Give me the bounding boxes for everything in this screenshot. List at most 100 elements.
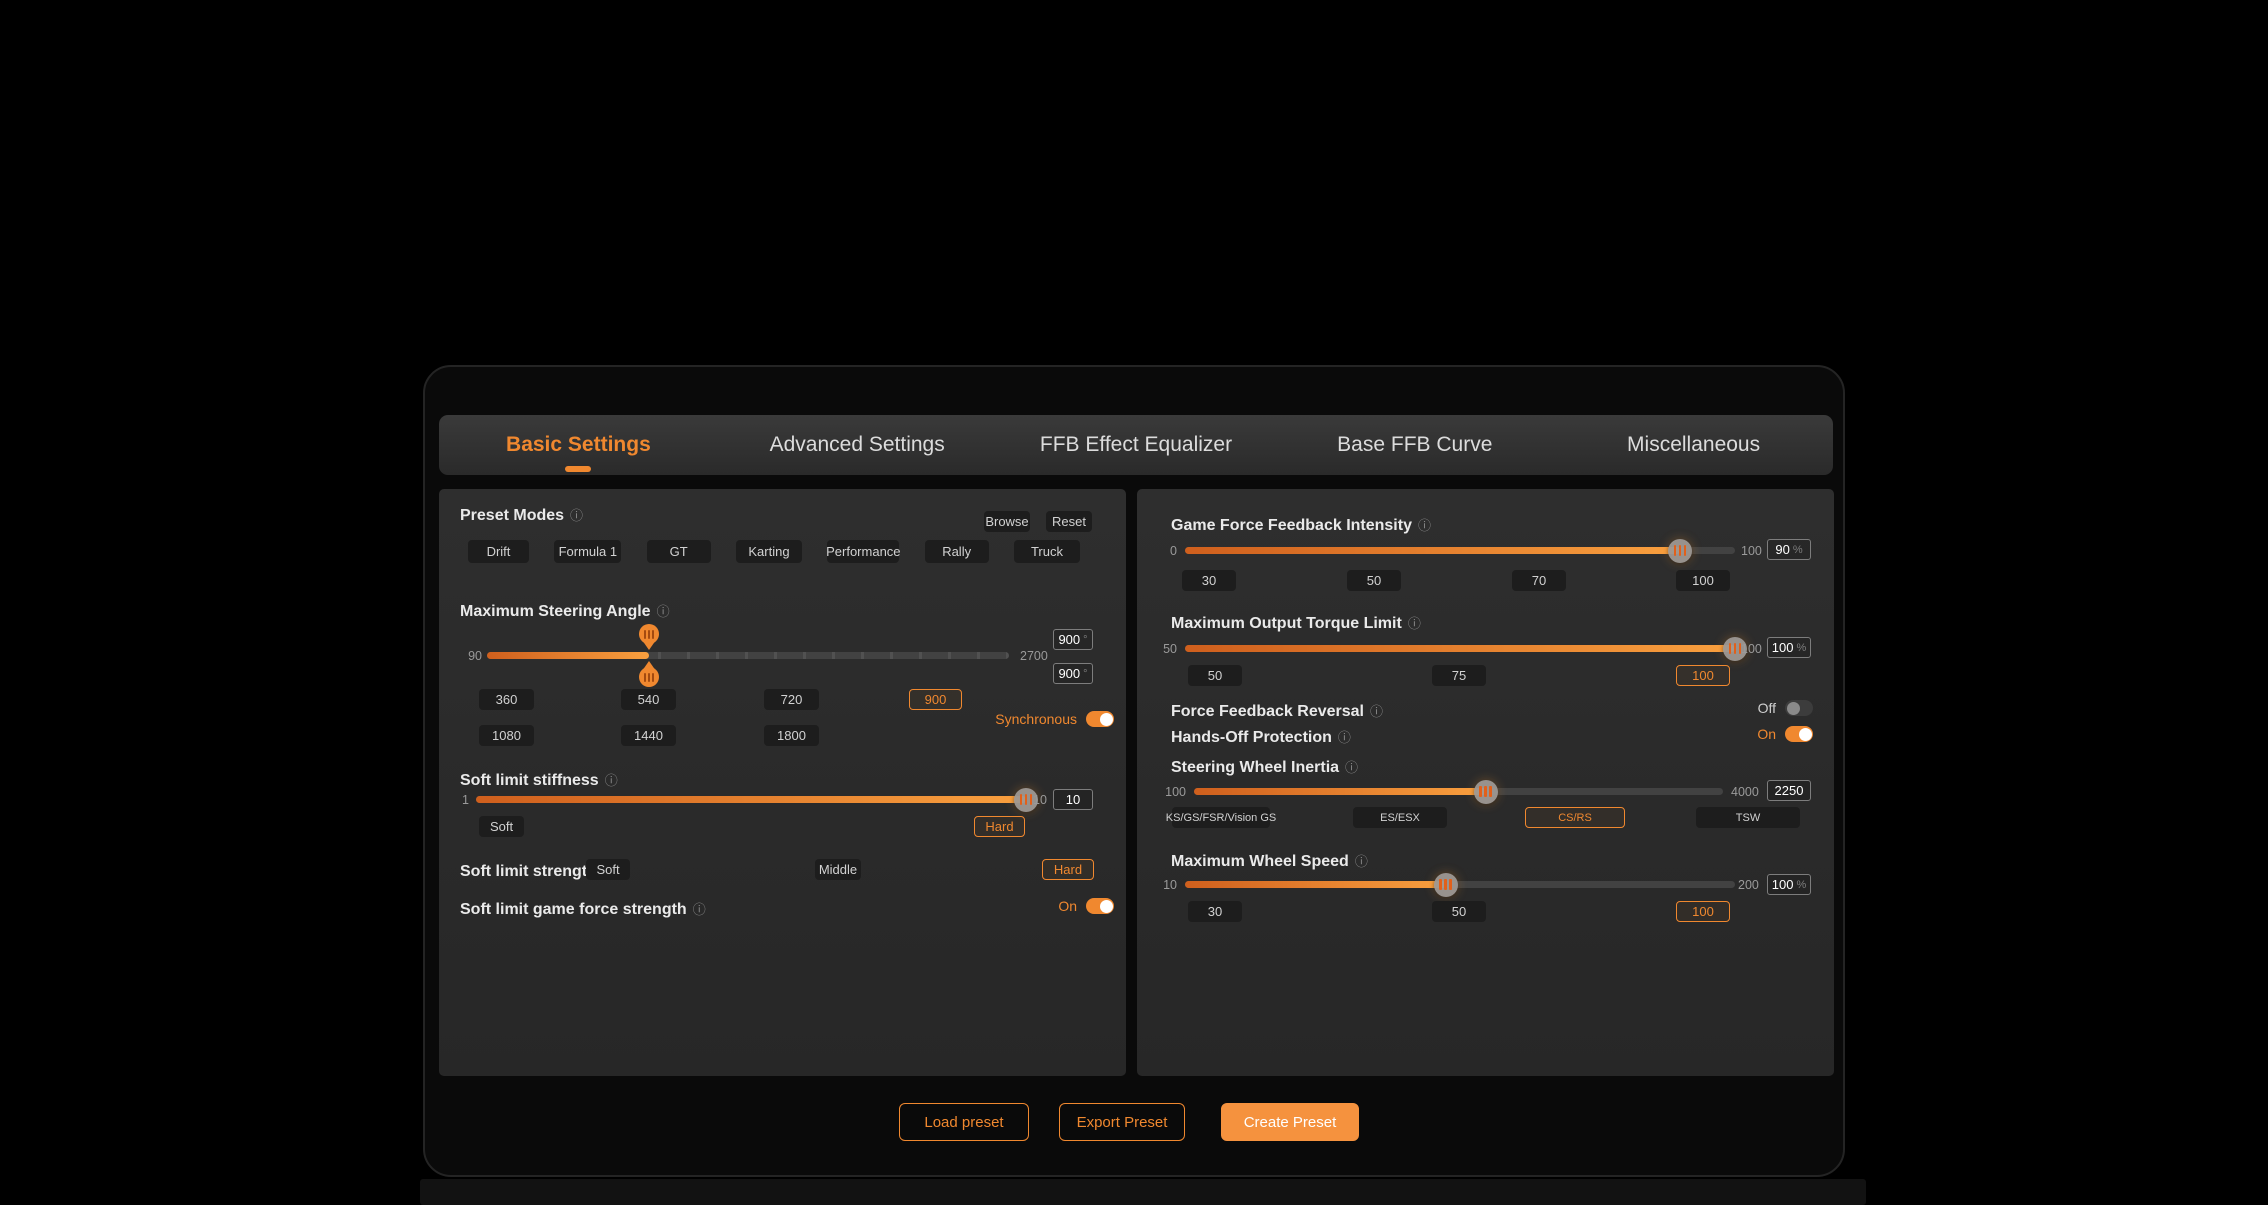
strength-hard-button[interactable]: Hard <box>1042 859 1094 880</box>
steering-angle-value-top[interactable]: 900° <box>1053 629 1093 650</box>
strength-middle-button[interactable]: Middle <box>815 859 861 880</box>
preset-karting-button[interactable]: Karting <box>736 540 802 563</box>
angle-540-button[interactable]: 540 <box>621 689 676 710</box>
torque-75-button[interactable]: 75 <box>1432 665 1486 686</box>
preset-performance-button[interactable]: Performance <box>827 540 899 563</box>
hands-off-toggle[interactable] <box>1785 726 1813 742</box>
wheel-es-esx-button[interactable]: ES/ESX <box>1353 807 1447 828</box>
angle-1800-button[interactable]: 1800 <box>764 725 819 746</box>
steering-angle-slider[interactable] <box>487 652 1009 659</box>
synchronous-row: Synchronous <box>979 711 1114 727</box>
intensity-70-button[interactable]: 70 <box>1512 570 1566 591</box>
info-icon[interactable]: ⓘ <box>693 902 706 917</box>
torque-max: 100 <box>1741 642 1762 656</box>
wheel-speed-max: 200 <box>1738 878 1759 892</box>
stiffness-min: 1 <box>451 793 469 807</box>
stiffness-max: 10 <box>1033 793 1047 807</box>
preset-truck-button[interactable]: Truck <box>1014 540 1080 563</box>
inertia-max: 4000 <box>1731 785 1759 799</box>
info-icon[interactable]: ⓘ <box>1408 616 1421 631</box>
max-steering-angle-label: Maximum Steering Angleⓘ <box>460 601 670 621</box>
torque-value[interactable]: 100% <box>1767 637 1811 658</box>
preset-modes-label: Preset Modesⓘ <box>460 505 583 525</box>
preset-drift-button[interactable]: Drift <box>468 540 529 563</box>
inertia-min: 100 <box>1156 785 1186 799</box>
hands-off-state: On <box>1757 726 1776 742</box>
ffb-reversal-label: Force Feedback Reversalⓘ <box>1171 701 1383 721</box>
intensity-min: 0 <box>1159 544 1177 558</box>
angle-360-button[interactable]: 360 <box>479 689 534 710</box>
tab-bar: Basic Settings Advanced Settings FFB Eff… <box>439 415 1833 475</box>
wheel-cs-rs-button[interactable]: CS/RS <box>1525 807 1625 828</box>
steering-angle-handle-top[interactable] <box>639 624 659 651</box>
strength-soft-button[interactable]: Soft <box>586 859 630 880</box>
steering-wheel-inertia-label: Steering Wheel Inertiaⓘ <box>1171 757 1358 777</box>
app-window: Basic Settings Advanced Settings FFB Eff… <box>423 365 1845 1177</box>
tab-base-ffb-curve[interactable]: Base FFB Curve <box>1275 433 1554 457</box>
wheel-speed-handle[interactable] <box>1434 873 1458 897</box>
export-preset-button[interactable]: Export Preset <box>1059 1103 1185 1141</box>
info-icon[interactable]: ⓘ <box>1418 518 1431 533</box>
wheel-speed-value[interactable]: 100% <box>1767 874 1811 895</box>
preset-rally-button[interactable]: Rally <box>925 540 989 563</box>
stiffness-soft-button[interactable]: Soft <box>479 816 524 837</box>
intensity-slider[interactable] <box>1185 547 1735 554</box>
intensity-handle[interactable] <box>1668 539 1692 563</box>
wheel-speed-slider[interactable] <box>1185 881 1735 888</box>
reset-button[interactable]: Reset <box>1046 511 1092 532</box>
stiffness-slider[interactable] <box>476 796 1026 803</box>
tab-ffb-effect-equalizer[interactable]: FFB Effect Equalizer <box>997 433 1276 457</box>
browse-button[interactable]: Browse <box>984 511 1030 532</box>
inertia-slider[interactable] <box>1194 788 1723 795</box>
wheel-speed-30-button[interactable]: 30 <box>1188 901 1242 922</box>
basic-settings-right-panel: Game Force Feedback Intensityⓘ 0 100 90%… <box>1137 489 1834 1076</box>
synchronous-toggle[interactable] <box>1086 711 1114 727</box>
stiffness-value[interactable]: 10 <box>1053 789 1093 810</box>
wheel-tsw-button[interactable]: TSW <box>1696 807 1800 828</box>
angle-900-button[interactable]: 900 <box>909 689 962 710</box>
info-icon[interactable]: ⓘ <box>1338 730 1351 745</box>
steering-angle-value-bottom[interactable]: 900° <box>1053 663 1093 684</box>
torque-50-button[interactable]: 50 <box>1188 665 1242 686</box>
wheel-speed-50-button[interactable]: 50 <box>1432 901 1486 922</box>
torque-slider[interactable] <box>1185 645 1735 652</box>
info-icon[interactable]: ⓘ <box>657 604 670 619</box>
load-preset-button[interactable]: Load preset <box>899 1103 1029 1141</box>
info-icon[interactable]: ⓘ <box>605 773 618 788</box>
preset-formula1-button[interactable]: Formula 1 <box>554 540 621 563</box>
inertia-handle[interactable] <box>1474 780 1498 804</box>
ffb-reversal-toggle[interactable] <box>1785 700 1813 716</box>
intensity-value[interactable]: 90% <box>1767 539 1811 560</box>
game-force-row: On <box>999 898 1114 914</box>
slider-fill <box>476 796 1026 803</box>
info-icon[interactable]: ⓘ <box>570 508 583 523</box>
wheel-ks-gs-fsr-visiongs-button[interactable]: KS/GS/FSR/Vision GS <box>1172 807 1270 828</box>
torque-min: 50 <box>1153 642 1177 656</box>
angle-720-button[interactable]: 720 <box>764 689 819 710</box>
tab-miscellaneous[interactable]: Miscellaneous <box>1554 433 1833 457</box>
game-force-toggle[interactable] <box>1086 898 1114 914</box>
intensity-30-button[interactable]: 30 <box>1182 570 1236 591</box>
info-icon[interactable]: ⓘ <box>1355 854 1368 869</box>
slider-fill <box>1185 547 1680 554</box>
preset-gt-button[interactable]: GT <box>647 540 711 563</box>
angle-1440-button[interactable]: 1440 <box>621 725 676 746</box>
torque-100-button[interactable]: 100 <box>1676 665 1730 686</box>
create-preset-button[interactable]: Create Preset <box>1221 1103 1359 1141</box>
bottom-bar <box>420 1179 1866 1205</box>
soft-limit-stiffness-label: Soft limit stiffnessⓘ <box>460 770 618 790</box>
wheel-speed-100-button[interactable]: 100 <box>1676 901 1730 922</box>
hands-off-row: On <box>1717 726 1813 742</box>
steering-angle-min: 90 <box>452 649 482 663</box>
inertia-value[interactable]: 2250 <box>1767 780 1811 801</box>
info-icon[interactable]: ⓘ <box>1345 760 1358 775</box>
stiffness-hard-button[interactable]: Hard <box>974 816 1025 837</box>
intensity-50-button[interactable]: 50 <box>1347 570 1401 591</box>
ffb-reversal-state: Off <box>1758 700 1776 716</box>
tab-basic-settings[interactable]: Basic Settings <box>439 433 718 457</box>
angle-1080-button[interactable]: 1080 <box>479 725 534 746</box>
intensity-100-button[interactable]: 100 <box>1676 570 1730 591</box>
tab-advanced-settings[interactable]: Advanced Settings <box>718 433 997 457</box>
steering-angle-handle-bottom[interactable] <box>639 660 659 687</box>
info-icon[interactable]: ⓘ <box>1370 704 1383 719</box>
